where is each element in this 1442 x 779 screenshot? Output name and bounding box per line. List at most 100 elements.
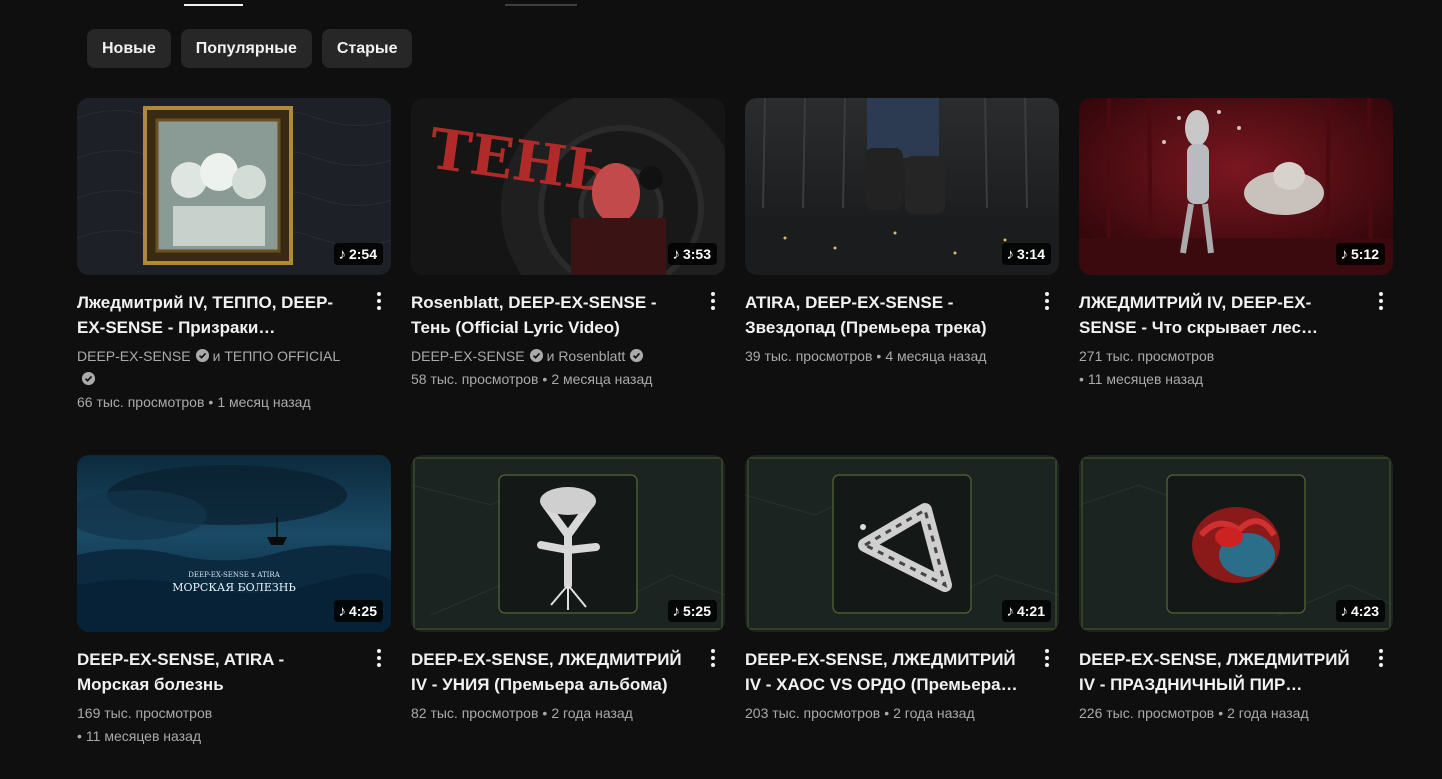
view-count: 271 тыс. просмотров (1079, 348, 1215, 364)
music-note-icon: ♪ (672, 245, 680, 263)
duration-text: 2:54 (348, 246, 377, 262)
video-title[interactable]: ATIRA, DEEP-EX-SENSE - Звездопад (Премье… (745, 290, 1019, 340)
music-note-icon: ♪ (672, 602, 680, 620)
music-note-icon: ♪ (1340, 602, 1348, 620)
view-count: 66 тыс. просмотров (77, 394, 205, 410)
more-vert-icon[interactable] (1035, 289, 1059, 313)
tab-hover-underline (505, 4, 577, 6)
chip-new[interactable]: Новые (87, 29, 171, 68)
view-count: 169 тыс. просмотров (77, 705, 213, 721)
video-card[interactable]: ♪ 2:54 Лжедмитрий IV, ТЕППО, DEEP-EX-SEN… (77, 98, 391, 455)
thumbnail-artists-text: DEEP-EX-SENSE x ATIRA (188, 571, 280, 579)
separator-dot: • (876, 348, 882, 364)
video-thumbnail[interactable]: ♪ 5:12 (1079, 98, 1393, 275)
music-note-icon: ♪ (1340, 245, 1348, 263)
duration-badge: ♪ 3:53 (668, 243, 717, 265)
video-title[interactable]: Лжедмитрий IV, ТЕППО, DEEP-EX-SENSE - Пр… (77, 290, 351, 340)
duration-text: 5:25 (682, 603, 711, 619)
chip-popular[interactable]: Популярные (180, 29, 312, 68)
view-count: 39 тыс. просмотров (745, 348, 873, 364)
verified-icon (195, 348, 209, 363)
video-card[interactable]: ТЕНЬ ♪ 3:53 Rosenblatt, DEEP-EX-SENSE - … (411, 98, 725, 455)
thumbnail-title-text: МОРСКАЯ БОЛЕЗНЬ (172, 581, 296, 594)
video-card[interactable]: ♪ 5:25 DEEP-EX-SENSE, ЛЖЕДМИТРИЙ IV - УН… (411, 455, 725, 779)
duration-badge: ♪ 4:23 (1336, 600, 1385, 622)
publish-age: 1 месяц назад (217, 394, 311, 410)
more-vert-icon[interactable] (1369, 289, 1393, 313)
separator-dot: • (542, 371, 548, 387)
duration-badge: ♪ 3:14 (1002, 243, 1051, 265)
video-thumbnail[interactable]: ♪ 5:25 (411, 455, 725, 632)
channel-joiner: и (212, 348, 221, 364)
publish-age: 2 года назад (551, 705, 633, 721)
publish-age: 2 года назад (893, 705, 975, 721)
music-note-icon: ♪ (1006, 602, 1014, 620)
view-count: 203 тыс. просмотров (745, 705, 881, 721)
chip-old[interactable]: Старые (321, 29, 413, 68)
channel-link[interactable]: DEEP-EX-SENSE (411, 348, 525, 364)
separator-dot: • (542, 705, 548, 721)
duration-badge: ♪ 2:54 (334, 243, 383, 265)
separator-dot: • (884, 705, 890, 721)
duration-badge: ♪ 5:12 (1336, 243, 1385, 265)
video-thumbnail[interactable]: ♪ 4:23 (1079, 455, 1393, 632)
duration-text: 4:21 (1016, 603, 1045, 619)
music-note-icon: ♪ (338, 245, 346, 263)
verified-icon (529, 348, 543, 363)
channel-joiner: и (546, 348, 555, 364)
video-thumbnail[interactable]: DEEP-EX-SENSE x ATIRA МОРСКАЯ БОЛЕЗНЬ ♪ … (77, 455, 391, 632)
verified-icon (630, 348, 644, 363)
video-title[interactable]: Rosenblatt, DEEP-EX-SENSE - Тень (Offici… (411, 290, 685, 340)
channel-link[interactable]: ТЕППО OFFICIAL (224, 348, 340, 364)
separator-dot: • (77, 728, 82, 744)
view-count: 82 тыс. просмотров (411, 705, 539, 721)
duration-text: 4:25 (348, 603, 377, 619)
more-vert-icon[interactable] (1369, 646, 1393, 670)
more-vert-icon[interactable] (367, 646, 391, 670)
music-note-icon: ♪ (338, 602, 346, 620)
publish-age: 11 месяцев назад (1087, 371, 1204, 387)
tab-underlines (0, 0, 1442, 8)
duration-text: 5:12 (1350, 246, 1379, 262)
video-thumbnail[interactable]: ♪ 2:54 (77, 98, 391, 275)
video-thumbnail[interactable]: ♪ 4:21 (745, 455, 1059, 632)
video-title[interactable]: DEEP-EX-SENSE, ЛЖЕДМИТРИЙ IV - УНИЯ (Пре… (411, 647, 685, 697)
separator-dot: • (1079, 371, 1084, 387)
video-grid: ♪ 2:54 Лжедмитрий IV, ТЕППО, DEEP-EX-SEN… (77, 98, 1393, 779)
duration-text: 4:23 (1350, 603, 1379, 619)
more-vert-icon[interactable] (367, 289, 391, 313)
more-vert-icon[interactable] (701, 289, 725, 313)
duration-text: 3:53 (682, 246, 711, 262)
video-card[interactable]: ♪ 4:23 DEEP-EX-SENSE, ЛЖЕДМИТРИЙ IV - ПР… (1079, 455, 1393, 779)
video-title[interactable]: DEEP-EX-SENSE, ЛЖЕДМИТРИЙ IV - ПРАЗДНИЧН… (1079, 647, 1353, 697)
video-card[interactable]: ♪ 3:14 ATIRA, DEEP-EX-SENSE - Звездопад … (745, 98, 1059, 455)
video-thumbnail[interactable]: ♪ 3:14 (745, 98, 1059, 275)
video-card[interactable]: ♪ 4:21 DEEP-EX-SENSE, ЛЖЕДМИТРИЙ IV - ХА… (745, 455, 1059, 779)
view-count: 58 тыс. просмотров (411, 371, 539, 387)
channel-link[interactable]: DEEP-EX-SENSE (77, 348, 191, 364)
verified-icon (81, 371, 96, 386)
publish-age: 2 месяца назад (551, 371, 653, 387)
separator-dot: • (208, 394, 214, 410)
more-vert-icon[interactable] (701, 646, 725, 670)
more-vert-icon[interactable] (1035, 646, 1059, 670)
duration-text: 3:14 (1016, 246, 1045, 262)
video-title[interactable]: ЛЖЕДМИТРИЙ IV, DEEP-EX-SENSE - Что скрыв… (1079, 290, 1353, 340)
video-title[interactable]: DEEP-EX-SENSE, ATIRA - Морская болезнь (77, 647, 351, 697)
video-card[interactable]: DEEP-EX-SENSE x ATIRA МОРСКАЯ БОЛЕЗНЬ ♪ … (77, 455, 391, 779)
video-card[interactable]: ♪ 5:12 ЛЖЕДМИТРИЙ IV, DEEP-EX-SENSE - Чт… (1079, 98, 1393, 455)
duration-badge: ♪ 4:21 (1002, 600, 1051, 622)
publish-age: 11 месяцев назад (85, 728, 202, 744)
duration-badge: ♪ 4:25 (334, 600, 383, 622)
channel-link[interactable]: Rosenblatt (558, 348, 625, 364)
active-tab-underline (184, 4, 243, 6)
publish-age: 4 месяца назад (885, 348, 987, 364)
video-title[interactable]: DEEP-EX-SENSE, ЛЖЕДМИТРИЙ IV - ХАОС VS О… (745, 647, 1019, 697)
publish-age: 2 года назад (1227, 705, 1309, 721)
separator-dot: • (1218, 705, 1224, 721)
sort-chips: Новые Популярные Старые (87, 29, 413, 68)
duration-badge: ♪ 5:25 (668, 600, 717, 622)
video-thumbnail[interactable]: ТЕНЬ ♪ 3:53 (411, 98, 725, 275)
view-count: 226 тыс. просмотров (1079, 705, 1215, 721)
music-note-icon: ♪ (1006, 245, 1014, 263)
